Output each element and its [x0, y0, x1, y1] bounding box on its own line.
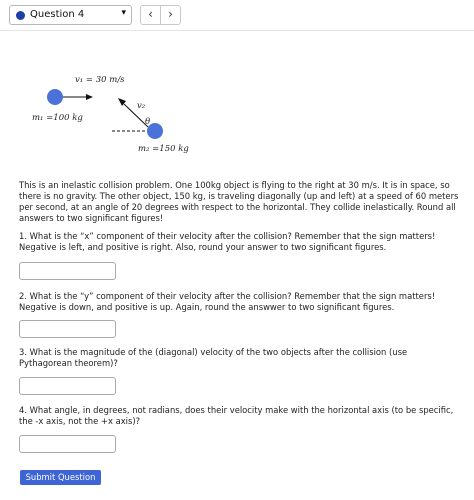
- v1-arrowhead-icon: [86, 94, 93, 100]
- m1-label: m₁ =100 kg: [32, 113, 83, 123]
- m1-ball: [47, 89, 63, 105]
- v1-label: v₁ = 30 m/s: [75, 75, 125, 85]
- collision-diagram: v₁ = 30 m/s m₁ =100 kg v₂ θ m₂ =150 kg: [32, 75, 189, 154]
- question-4-text: 4. What angle, in degrees, not radians, …: [19, 405, 454, 426]
- submit-question-button[interactable]: Submit Question: [20, 470, 101, 485]
- v2-label: v₂: [137, 101, 146, 111]
- question-1-text: 1. What is the “x” component of their ve…: [19, 231, 436, 252]
- answer-1-input[interactable]: [19, 262, 116, 280]
- m2-label: m₂ =150 kg: [138, 144, 189, 154]
- question-select[interactable]: Question 4 ▾: [9, 5, 132, 25]
- problem-intro: This is an inelastic collision problem. …: [19, 180, 459, 223]
- previous-question-button[interactable]: ‹: [140, 5, 161, 25]
- question-status-dot-icon: [16, 11, 25, 20]
- chevron-down-icon: ▾: [121, 8, 126, 18]
- top-toolbar: Question 4 ▾ ‹ ›: [0, 0, 474, 31]
- answer-2-input[interactable]: [19, 320, 116, 338]
- question-2-text: 2. What is the “y” component of their ve…: [19, 291, 436, 312]
- question-3-text: 3. What is the magnitude of the (diagona…: [19, 347, 408, 368]
- answer-4-input[interactable]: [19, 435, 116, 453]
- question-select-value: Question 4: [30, 9, 85, 20]
- m2-ball: [147, 123, 163, 139]
- next-question-button[interactable]: ›: [160, 5, 181, 25]
- answer-3-input[interactable]: [19, 377, 116, 395]
